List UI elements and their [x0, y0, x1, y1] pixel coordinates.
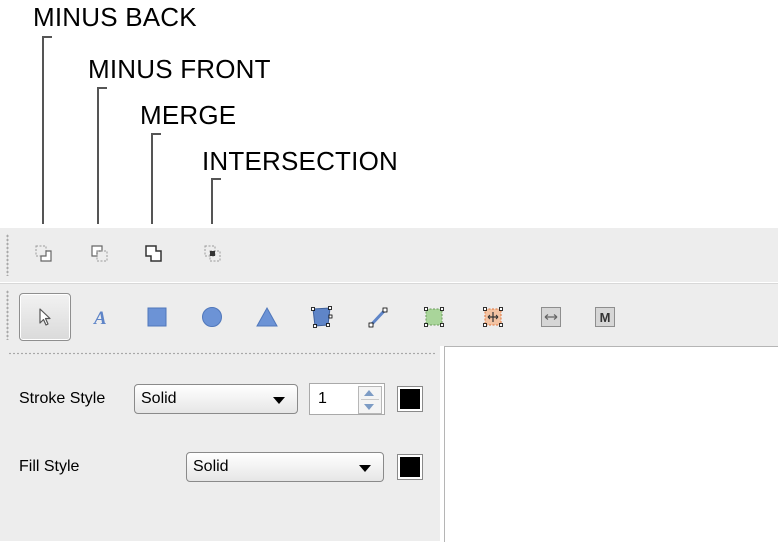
transform-button[interactable]	[479, 303, 507, 331]
m-icon-label: M	[600, 310, 611, 325]
merge-icon	[145, 245, 162, 262]
fill-style-select[interactable]: Solid	[186, 452, 384, 482]
stroke-color-fill	[400, 389, 420, 409]
stroke-style-select[interactable]: Solid	[134, 384, 298, 414]
merge-button[interactable]	[140, 240, 168, 268]
stroke-color-swatch[interactable]	[397, 386, 423, 412]
triangle-tool-button[interactable]	[253, 303, 281, 331]
annotation-minus-front: MINUS FRONT	[88, 54, 271, 84]
spin-up-icon[interactable]	[364, 390, 374, 396]
minus-back-icon	[35, 245, 52, 262]
intersection-button[interactable]	[199, 240, 227, 268]
drawing-canvas[interactable]	[444, 346, 778, 542]
minus-front-icon	[91, 245, 108, 262]
text-tool-button[interactable]: A	[88, 303, 116, 331]
rectangle-tool-button[interactable]	[143, 303, 171, 331]
boolean-ops-toolbar	[0, 228, 778, 282]
text-tool-icon: A	[93, 308, 107, 328]
stroke-width-value: 1	[318, 390, 327, 407]
minus-front-button[interactable]	[86, 240, 114, 268]
transform-icon	[483, 307, 503, 327]
ellipse-tool-button[interactable]	[198, 303, 226, 331]
rectangle-tool-icon	[147, 307, 167, 327]
properties-panel: Stroke Style Solid 1 Fill Style Solid	[0, 346, 440, 541]
m-button[interactable]: M	[591, 303, 619, 331]
toolbar-grip[interactable]	[6, 234, 9, 276]
ellipse-tool-icon	[202, 307, 222, 327]
select-arrow-icon	[39, 308, 51, 326]
svg-text:A: A	[93, 308, 107, 328]
spin-divider	[361, 399, 379, 400]
leader-line-minus-front	[97, 87, 107, 224]
line-tool-button[interactable]	[364, 303, 392, 331]
annotation-intersection: INTERSECTION	[202, 146, 398, 176]
stroke-width-spinbox[interactable]: 1	[309, 383, 385, 415]
chevron-down-icon	[359, 465, 371, 472]
node-edit-button[interactable]	[420, 303, 448, 331]
minus-back-button[interactable]	[30, 240, 58, 268]
flip-arrows-icon	[541, 307, 561, 327]
m-icon: M	[595, 307, 615, 327]
annotation-minus-back: MINUS BACK	[33, 2, 197, 32]
leader-line-intersection	[211, 178, 221, 224]
line-tool-icon	[368, 307, 388, 328]
flip-button[interactable]	[537, 303, 565, 331]
leader-line-merge	[151, 133, 161, 224]
annotation-merge: MERGE	[140, 100, 237, 130]
polygon-tool-button[interactable]	[308, 303, 336, 331]
fill-color-swatch[interactable]	[397, 454, 423, 480]
node-edit-icon	[424, 307, 444, 327]
triangle-tool-icon	[256, 306, 278, 327]
intersection-icon	[204, 245, 221, 262]
fill-style-value: Solid	[193, 458, 229, 475]
fill-style-label: Fill Style	[19, 458, 80, 475]
polygon-tool-icon	[311, 306, 333, 328]
toolbar-grip[interactable]	[6, 290, 9, 340]
leader-line-minus-back	[42, 36, 52, 224]
drawing-tools-toolbar: A M	[0, 283, 778, 346]
panel-grip	[8, 352, 436, 355]
chevron-down-icon	[273, 397, 285, 404]
spinbox-arrows[interactable]	[358, 386, 382, 414]
fill-color-fill	[400, 457, 420, 477]
stroke-style-label: Stroke Style	[19, 390, 106, 407]
stroke-style-value: Solid	[141, 390, 177, 407]
spin-down-icon[interactable]	[364, 404, 374, 410]
select-tool-button[interactable]	[19, 293, 71, 341]
